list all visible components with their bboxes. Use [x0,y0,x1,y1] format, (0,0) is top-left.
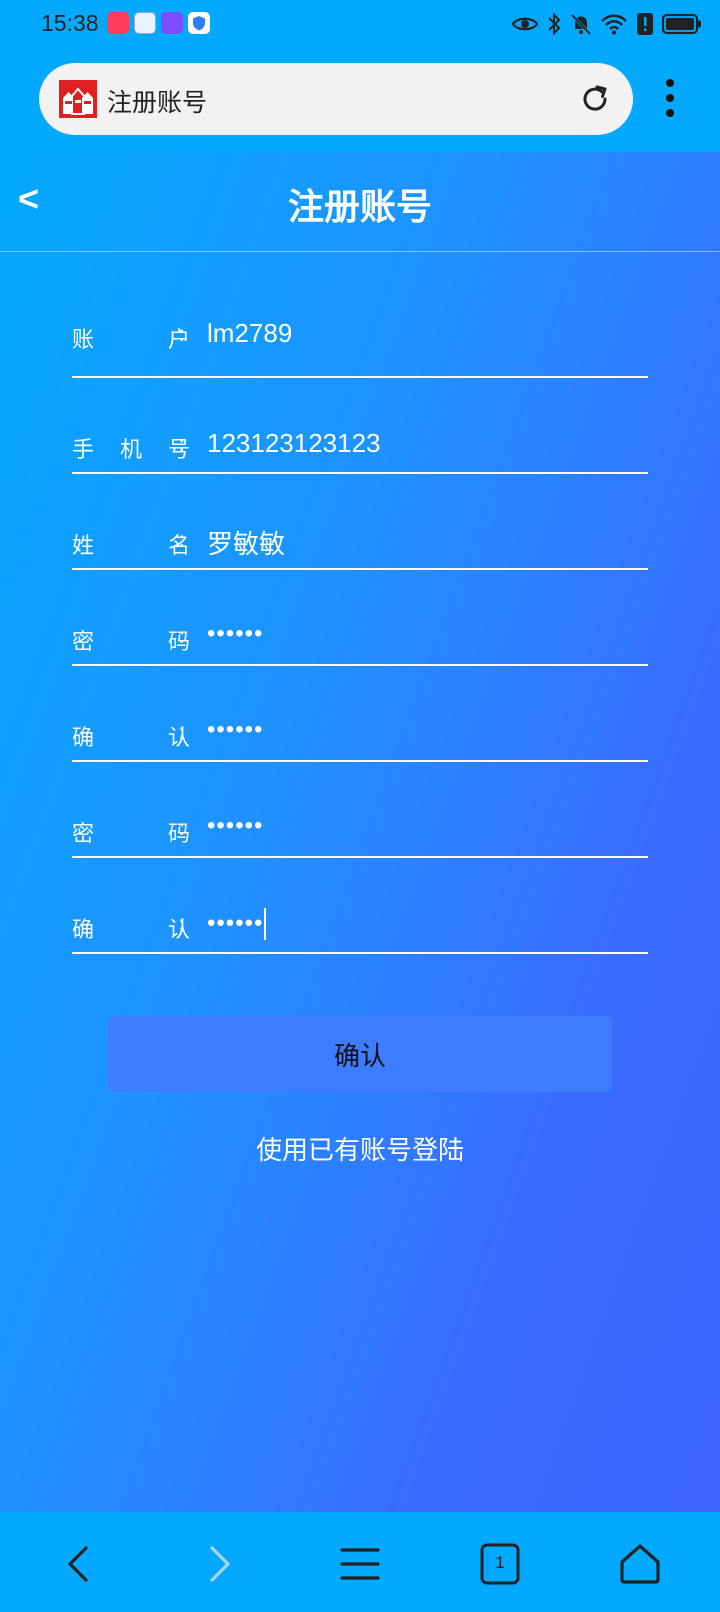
battery-icon [662,13,701,35]
text-caret [264,908,267,940]
confirm-password-dots: •••••• [207,909,264,937]
page-title: 注册账号 [287,187,432,228]
back-arrow-icon[interactable] [56,1540,104,1588]
alert-icon [637,13,653,35]
field-label: 账 户 [72,322,190,354]
account-value: lm2789 [207,318,293,348]
field-label: 确 认 [72,720,190,752]
field-label-char: 确 [72,726,95,751]
name-field[interactable]: 姓 名 : 罗敏敏 [72,474,648,570]
password-value: •••••• [207,620,264,647]
register-form: 账 户 : lm2789 手 机 号 : 123123123123 姓 名 : … [72,318,648,954]
eye-icon [512,17,538,31]
field-label: 姓 名 [72,528,190,560]
password-field-2[interactable]: 密 码 : •••••• [72,762,648,858]
field-colon: : [178,720,186,745]
phone-value: 123123123123 [207,428,381,458]
page-header: < 注册账号 [0,152,720,252]
shield-notification-icon [188,12,210,34]
field-label-char: 账 [72,328,95,353]
field-label: 密 码 [72,816,190,848]
address-bar[interactable]: 注册账号 [39,63,633,135]
field-colon: : [178,322,186,347]
field-colon: : [178,816,186,841]
name-value: 罗敏敏 [207,530,286,560]
field-label-char: 确 [72,918,95,943]
reload-icon[interactable] [577,81,613,117]
field-colon: : [178,912,186,937]
bottom-nav: 1 [0,1512,720,1612]
forward-arrow-icon[interactable] [194,1540,242,1588]
password-value-2: •••••• [207,812,264,839]
field-label: 密 码 [72,624,190,656]
tab-count: 1 [495,1553,505,1572]
confirm-button[interactable]: 确认 [108,1016,612,1092]
bluetooth-icon [548,12,561,36]
app-notification-icon [161,12,183,34]
password-field[interactable]: 密 码 : •••••• [72,570,648,666]
mute-bell-icon [570,13,592,36]
phone-field[interactable]: 手 机 号 : 123123123123 [72,378,648,474]
field-label-char: 手 [72,438,95,463]
home-icon[interactable] [616,1540,664,1588]
field-colon: : [178,432,186,457]
field-label: 确 认 [72,912,190,944]
site-logo-icon [59,80,97,118]
wifi-icon [601,14,627,35]
menu-icon[interactable] [336,1540,384,1588]
field-colon: : [178,624,186,649]
confirm-password-field-2[interactable]: 确 认 : •••••• [72,858,648,954]
field-label-char: 密 [72,822,95,847]
app-notification-icon [107,12,129,34]
confirm-password-value-2: •••••• [207,908,267,940]
status-time: 15:38 [41,10,99,36]
confirm-password-value: •••••• [207,716,264,743]
more-vertical-icon[interactable] [655,76,685,122]
field-label: 手 机 号 [72,432,190,464]
field-label-char: 姓 [72,534,95,559]
account-field[interactable]: 账 户 : lm2789 [72,318,648,378]
confirm-password-field[interactable]: 确 认 : •••••• [72,666,648,762]
field-label-char: 机 [119,438,142,463]
register-page: < 注册账号 账 户 : lm2789 手 机 号 : 123123123123… [0,152,720,1512]
system-icons [512,10,702,38]
field-label-char: 密 [72,630,95,655]
app-notification-icon [134,12,156,34]
field-colon: : [178,528,186,553]
tabs-button[interactable]: 1 [476,1540,524,1588]
login-existing-account-link[interactable]: 使用已有账号登陆 [0,1130,720,1167]
browser-toolbar: 注册账号 [0,48,720,152]
address-title: 注册账号 [107,88,208,117]
status-bar: 15:38 [0,0,720,48]
